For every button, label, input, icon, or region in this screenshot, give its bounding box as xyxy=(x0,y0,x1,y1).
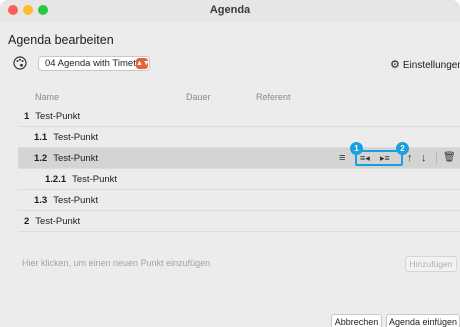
settings-label: Einstellungen xyxy=(402,60,460,71)
agenda-preset-select[interactable]: 04 Agenda with Timet... ▲▼ xyxy=(38,56,150,71)
agenda-row[interactable]: 1.2.1 Test-Punkt xyxy=(18,169,460,190)
agenda-item-label: 1 Test-Punkt xyxy=(24,111,81,122)
agenda-row[interactable]: 1.1 Test-Punkt xyxy=(18,127,460,148)
column-header-presenter[interactable]: Referent xyxy=(256,92,291,102)
new-item-placeholder[interactable]: Hier klicken, um einen neuen Punkt einzu… xyxy=(22,258,210,268)
agenda-item-label: 1.3 Test-Punkt xyxy=(34,195,99,206)
agenda-row[interactable]: 1.3 Test-Punkt xyxy=(18,190,460,211)
palette-icon[interactable] xyxy=(13,56,27,70)
drag-handle-icon[interactable]: ≡ xyxy=(339,151,345,165)
title-bar: Agenda xyxy=(0,0,460,22)
agenda-row[interactable]: 2 Test-Punkt xyxy=(18,211,460,232)
dialog-content: Agenda bearbeiten 04 Agenda with Timet..… xyxy=(0,22,460,327)
agenda-item-label: 1.1 Test-Punkt xyxy=(34,132,99,143)
agenda-item-label: 1.2 Test-Punkt xyxy=(34,153,99,164)
window-title: Agenda xyxy=(209,4,251,16)
cancel-button[interactable]: Abbrechen xyxy=(331,314,382,327)
column-header-duration[interactable]: Dauer xyxy=(186,92,211,102)
callout-badge-1: 1 xyxy=(350,142,363,155)
agenda-item-label: 2 Test-Punkt xyxy=(24,216,81,227)
trash-icon[interactable]: 🗑 xyxy=(443,151,456,165)
agenda-row-selected[interactable]: 1.2 Test-Punkt ≡ ≡◂ ▸≡ ↑ ↓ 🗑 1 2 xyxy=(18,142,460,169)
agenda-preset-value: 04 Agenda with Timet... xyxy=(45,58,144,69)
indent-icon[interactable]: ▸≡ xyxy=(380,151,390,165)
agenda-item-label: 1.2.1 Test-Punkt xyxy=(45,174,118,185)
move-down-icon[interactable]: ↓ xyxy=(421,151,427,165)
settings-button[interactable]: ⚙ Einstellungen xyxy=(390,58,460,71)
agenda-window: Agenda Agenda bearbeiten 04 Agenda with … xyxy=(0,0,460,327)
column-header-name[interactable]: Name xyxy=(35,92,59,102)
move-up-icon[interactable]: ↑ xyxy=(407,151,413,165)
outdent-icon[interactable]: ≡◂ xyxy=(360,151,370,165)
gear-icon: ⚙ xyxy=(390,59,400,71)
agenda-row[interactable]: 1 Test-Punkt xyxy=(18,106,460,127)
insert-agenda-button[interactable]: Agenda einfügen xyxy=(386,314,460,327)
select-chevron-icon: ▲▼ xyxy=(136,58,150,69)
callout-badge-2: 2 xyxy=(396,142,409,155)
page-title: Agenda bearbeiten xyxy=(8,33,114,47)
add-item-button[interactable]: Hinzufügen xyxy=(405,256,457,272)
actions-divider xyxy=(436,152,437,164)
